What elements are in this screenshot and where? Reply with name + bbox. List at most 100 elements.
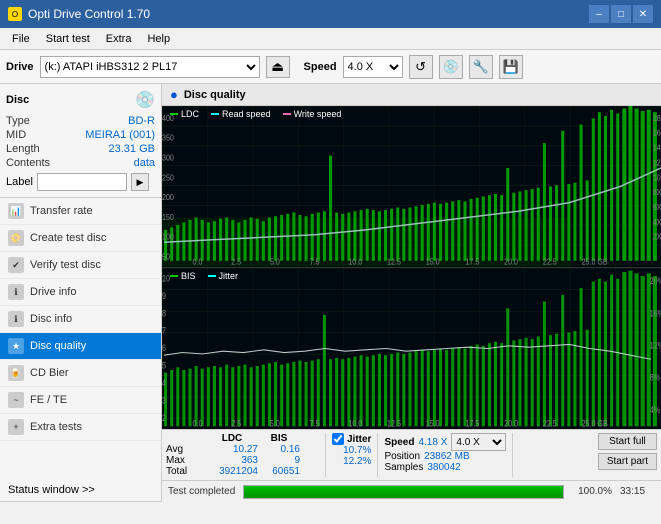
svg-text:5.0: 5.0 <box>270 417 280 428</box>
ldc-col-header: LDC <box>206 433 258 444</box>
maximize-button[interactable]: □ <box>611 5 631 23</box>
disc-icon-button[interactable]: 💿 <box>439 55 463 79</box>
stats-col-headers: LDC BIS <box>166 433 319 444</box>
legend-jitter: Jitter <box>208 271 239 281</box>
svg-text:7: 7 <box>162 325 166 336</box>
sidebar-item-fe-te[interactable]: ~ FE / TE <box>0 387 161 414</box>
progress-time: 33:15 <box>620 486 655 497</box>
nav-label-disc-info: Disc info <box>30 313 72 325</box>
nav-label-cd-bier: CD Bier <box>30 367 69 379</box>
start-full-button[interactable]: Start full <box>598 433 657 450</box>
disc-length-row: Length 23.31 GB <box>6 142 155 156</box>
svg-text:20%: 20% <box>650 275 661 286</box>
legend-bis: BIS <box>170 271 196 281</box>
svg-text:12.5: 12.5 <box>387 257 401 267</box>
menu-extra[interactable]: Extra <box>98 31 140 47</box>
sidebar-item-cd-bier[interactable]: 🍺 CD Bier <box>0 360 161 387</box>
titlebar: O Opti Drive Control 1.70 – □ ✕ <box>0 0 661 28</box>
legend-ldc-label: LDC <box>181 109 199 119</box>
menubar: File Start test Extra Help <box>0 28 661 50</box>
refresh-button[interactable]: ↺ <box>409 55 433 79</box>
position-label: Position <box>384 451 420 462</box>
sidebar-item-transfer-rate[interactable]: 📊 Transfer rate <box>0 198 161 225</box>
svg-text:2.5: 2.5 <box>231 417 241 428</box>
svg-text:5.0: 5.0 <box>270 257 280 267</box>
fe-te-icon: ~ <box>8 392 24 408</box>
svg-text:10X: 10X <box>653 173 661 183</box>
svg-text:9: 9 <box>162 290 166 301</box>
svg-text:350: 350 <box>162 133 174 143</box>
sidebar-item-create-test-disc[interactable]: 📀 Create test disc <box>0 225 161 252</box>
total-label: Total <box>166 466 206 477</box>
titlebar-title: Opti Drive Control 1.70 <box>28 7 150 21</box>
start-part-button[interactable]: Start part <box>598 453 657 470</box>
close-button[interactable]: ✕ <box>633 5 653 23</box>
max-ldc: 363 <box>206 455 258 466</box>
max-label: Max <box>166 455 206 466</box>
svg-text:10.0: 10.0 <box>348 257 362 267</box>
settings-button[interactable]: 🔧 <box>469 55 493 79</box>
cd-bier-icon: 🍺 <box>8 365 24 381</box>
jitter-checkbox[interactable] <box>332 433 344 445</box>
disc-type-row: Type BD-R <box>6 114 155 128</box>
svg-text:22.5: 22.5 <box>543 417 557 428</box>
menu-start-test[interactable]: Start test <box>38 31 98 47</box>
svg-text:12.5: 12.5 <box>387 417 401 428</box>
disc-mid-row: MID MEIRA1 (001) <box>6 128 155 142</box>
svg-text:0.0: 0.0 <box>193 257 203 267</box>
menu-help[interactable]: Help <box>139 31 178 47</box>
jitter-col-header: Jitter <box>347 434 371 445</box>
total-row: Total 3921204 60651 <box>166 466 319 477</box>
svg-text:2X: 2X <box>653 232 661 242</box>
legend-jitter-label: Jitter <box>219 271 239 281</box>
disc-label-btn[interactable]: ▶ <box>131 173 149 191</box>
svg-text:150: 150 <box>162 212 174 222</box>
disc-length-label: Length <box>6 143 40 155</box>
save-button[interactable]: 💾 <box>499 55 523 79</box>
nav-label-create-test-disc: Create test disc <box>30 232 106 244</box>
chart-container: LDC Read speed Write speed <box>162 106 661 429</box>
minimize-button[interactable]: – <box>589 5 609 23</box>
sidebar-item-verify-test-disc[interactable]: ✔ Verify test disc <box>0 252 161 279</box>
position-row: Position 23862 MB <box>384 451 506 462</box>
sidebar-item-disc-info[interactable]: ℹ Disc info <box>0 306 161 333</box>
svg-text:4%: 4% <box>650 404 661 415</box>
eject-button[interactable]: ⏏ <box>266 56 290 78</box>
avg-ldc: 10.27 <box>206 444 258 455</box>
svg-text:25.0 GB: 25.0 GB <box>582 257 608 267</box>
speed-stat-select[interactable]: 4.0 X <box>451 433 506 451</box>
svg-text:8X: 8X <box>653 188 661 198</box>
drive-select[interactable]: (k:) ATAPI iHBS312 2 PL17 <box>40 56 260 78</box>
total-ldc: 3921204 <box>206 466 258 477</box>
menu-file[interactable]: File <box>4 31 38 47</box>
speed-label: Speed <box>304 61 337 73</box>
status-window-button[interactable]: Status window >> <box>0 479 161 502</box>
chart-top: LDC Read speed Write speed <box>162 106 661 268</box>
sidebar: Disc 💿 Type BD-R MID MEIRA1 (001) Length… <box>0 84 162 502</box>
svg-text:4: 4 <box>162 377 166 388</box>
total-bis: 60651 <box>258 466 300 477</box>
disc-contents-row: Contents data <box>6 156 155 170</box>
bis-col-header: BIS <box>258 433 300 444</box>
transfer-rate-icon: 📊 <box>8 203 24 219</box>
svg-text:15.0: 15.0 <box>426 257 440 267</box>
disc-label-input[interactable] <box>37 173 127 191</box>
chart-bottom-legend: BIS Jitter <box>170 271 238 281</box>
svg-text:18X: 18X <box>653 113 661 123</box>
svg-text:250: 250 <box>162 173 174 183</box>
speed-select-toolbar[interactable]: 4.0 X <box>343 56 403 78</box>
svg-text:12X: 12X <box>653 158 661 168</box>
svg-text:6: 6 <box>162 342 166 353</box>
samples-value: 380042 <box>427 462 460 473</box>
sidebar-item-extra-tests[interactable]: + Extra tests <box>0 414 161 441</box>
sidebar-item-drive-info[interactable]: ℹ Drive info <box>0 279 161 306</box>
chart-bottom-svg: 20% 16% 12% 8% 4% 10 9 8 7 6 5 4 3 2 0 <box>162 268 661 429</box>
jitter-col: Jitter 10.7% 12.2% <box>326 433 378 477</box>
legend-ldc: LDC <box>170 109 199 119</box>
position-value: 23862 MB <box>424 451 470 462</box>
nav-label-drive-info: Drive info <box>30 286 76 298</box>
sidebar-nav: 📊 Transfer rate 📀 Create test disc ✔ Ver… <box>0 198 161 479</box>
content-header: ● Disc quality <box>162 84 661 106</box>
svg-text:17.5: 17.5 <box>465 257 479 267</box>
sidebar-item-disc-quality[interactable]: ★ Disc quality <box>0 333 161 360</box>
